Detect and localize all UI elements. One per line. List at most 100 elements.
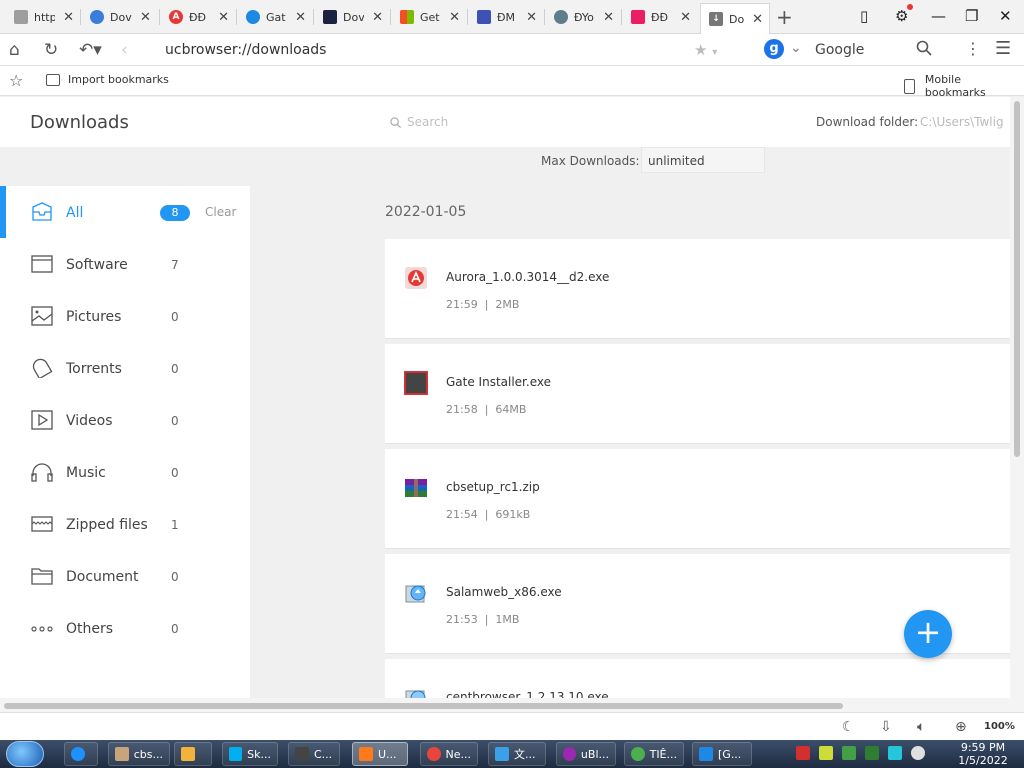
search-engine-icon[interactable]: g <box>764 39 784 59</box>
network-icon[interactable] <box>888 746 902 760</box>
taskbar-item[interactable]: [G... <box>692 742 752 766</box>
reload-icon[interactable]: ↻ <box>44 40 58 60</box>
category-zipped-files[interactable]: Zipped files 1 <box>0 498 250 550</box>
close-icon[interactable]: ✕ <box>140 10 151 25</box>
minimize-button[interactable]: — <box>931 7 946 25</box>
scrollbar-thumb[interactable] <box>1014 101 1020 457</box>
file-name[interactable]: centbrowser_1.2.13.10.exe <box>446 690 609 698</box>
browser-tab[interactable]: Get ✕ <box>392 3 466 31</box>
close-icon[interactable]: ✕ <box>752 12 763 27</box>
flag-icon[interactable] <box>865 746 879 760</box>
category-document[interactable]: Document 0 <box>0 550 250 602</box>
close-icon[interactable]: ✕ <box>295 10 306 25</box>
tab-list-icon[interactable]: ▯ <box>860 7 868 25</box>
zoom-level[interactable]: 100% <box>984 721 1015 732</box>
volume-icon[interactable]: 🔈︎ <box>917 719 925 735</box>
taskbar-item[interactable]: Sk... <box>222 742 278 766</box>
category-pictures[interactable]: Pictures 0 <box>0 290 250 342</box>
url-field[interactable]: ucbrowser://downloads <box>165 42 326 58</box>
download-icon[interactable]: ⇩ <box>880 719 892 735</box>
category-music[interactable]: Music 0 <box>0 446 250 498</box>
category-others[interactable]: Others 0 <box>0 602 250 654</box>
extension-icon[interactable]: ⚙ <box>895 4 913 25</box>
tray-icon[interactable] <box>842 746 856 760</box>
clear-button[interactable]: Clear <box>205 205 236 219</box>
taskbar-item[interactable] <box>174 742 212 766</box>
headphones-icon <box>31 463 53 482</box>
search-icon[interactable] <box>916 40 932 60</box>
back-icon[interactable]: ‹ <box>121 40 128 60</box>
tray-icon[interactable] <box>819 746 833 760</box>
taskbar-item[interactable]: C... <box>288 742 340 766</box>
category-label: Document <box>66 569 139 585</box>
category-software[interactable]: Software 7 <box>0 238 250 290</box>
close-icon[interactable]: ✕ <box>218 10 229 25</box>
maximize-button[interactable]: ❐ <box>965 7 978 25</box>
close-window-button[interactable]: ✕ <box>999 7 1012 25</box>
download-item[interactable]: cbsetup_rc1.zip 21:54 | 691kB <box>385 449 1010 549</box>
search-engine-field[interactable]: Google <box>815 42 864 58</box>
close-icon[interactable]: ✕ <box>372 10 383 25</box>
download-folder-field[interactable]: C:\Users\Twlig <box>920 115 1004 129</box>
tray-icon[interactable] <box>796 746 810 760</box>
file-meta: 21:59 | 2MB <box>446 298 520 311</box>
file-name[interactable]: Aurora_1.0.0.3014__d2.exe <box>446 270 609 284</box>
category-videos[interactable]: Videos 0 <box>0 394 250 446</box>
browser-tab[interactable]: ĐM ✕ <box>469 3 543 31</box>
download-item[interactable]: Aurora_1.0.0.3014__d2.exe 21:59 | 2MB <box>385 239 1010 339</box>
chevron-down-icon[interactable]: ⌄ <box>790 40 802 56</box>
category-label: All <box>66 205 84 221</box>
browser-tab[interactable]: Gat ✕ <box>238 3 312 31</box>
new-tab-button[interactable]: + <box>776 5 793 29</box>
taskbar-item[interactable]: cbs... <box>108 742 170 766</box>
horizontal-scrollbar[interactable] <box>0 698 1024 712</box>
close-icon[interactable]: ✕ <box>63 10 74 25</box>
taskbar-item[interactable]: Ne... <box>420 742 478 766</box>
download-item[interactable]: centbrowser_1.2.13.10.exe <box>385 659 1010 698</box>
start-button[interactable] <box>6 741 44 767</box>
browser-tab[interactable]: http ✕ <box>6 3 80 31</box>
bookmark-star-icon[interactable]: ★ ▾ <box>694 41 717 59</box>
night-mode-icon[interactable]: ☾ <box>842 719 855 735</box>
volume-icon[interactable] <box>911 746 925 760</box>
close-icon[interactable]: ✕ <box>449 10 460 25</box>
taskbar-item[interactable]: 文... <box>488 742 546 766</box>
browser-tab-active[interactable]: ↓ Dov ✕ <box>700 3 770 34</box>
add-download-button[interactable]: + <box>904 610 952 658</box>
back-history-icon[interactable]: ↶▾ <box>79 40 102 60</box>
file-name[interactable]: Gate Installer.exe <box>446 375 551 389</box>
browser-tab[interactable]: ĐĐ ✕ <box>623 3 697 31</box>
bookmarks-bar: ☆ Import bookmarks Mobile bookmarks <box>0 66 1024 99</box>
vertical-scrollbar[interactable] <box>1010 97 1024 698</box>
file-name[interactable]: cbsetup_rc1.zip <box>446 480 540 494</box>
home-icon[interactable]: ⌂ <box>9 40 20 60</box>
close-icon[interactable]: ✕ <box>526 10 537 25</box>
browser-tab[interactable]: Dov ✕ <box>315 3 389 31</box>
zoom-icon[interactable]: ⊕ <box>955 719 967 735</box>
ie-icon[interactable] <box>64 742 98 766</box>
phone-icon <box>904 78 915 94</box>
file-name[interactable]: Salamweb_x86.exe <box>446 585 562 599</box>
max-downloads-field[interactable]: unlimited <box>641 147 765 173</box>
browser-tab[interactable]: A ĐĐ ✕ <box>161 3 235 31</box>
hamburger-menu-icon[interactable]: ☰ <box>995 38 1011 59</box>
download-item[interactable]: Gate Installer.exe 21:58 | 64MB <box>385 344 1010 444</box>
browser-tab[interactable]: ĐYo ✕ <box>546 3 620 31</box>
taskbar-item[interactable]: uBl... <box>556 742 616 766</box>
close-icon[interactable]: ✕ <box>680 10 691 25</box>
category-torrents[interactable]: Torrents 0 <box>0 342 250 394</box>
taskbar-item[interactable]: TIÊ... <box>624 742 684 766</box>
import-bookmarks-button[interactable]: Import bookmarks <box>46 73 169 86</box>
more-menu-icon[interactable]: ⋮ <box>965 39 981 58</box>
category-count: 1 <box>171 518 179 532</box>
downloads-search[interactable]: Search <box>390 115 448 129</box>
taskbar-item-active[interactable]: U... <box>352 742 408 766</box>
mobile-bookmarks-button[interactable]: Mobile bookmarks <box>904 73 1024 99</box>
star-icon[interactable]: ☆ <box>9 71 23 90</box>
close-icon[interactable]: ✕ <box>603 10 614 25</box>
clock[interactable]: 9:59 PM 1/5/2022 <box>948 741 1018 767</box>
scrollbar-thumb[interactable] <box>4 703 843 709</box>
category-all[interactable]: All 8 Clear <box>0 186 250 238</box>
browser-tab[interactable]: Dov ✕ <box>82 3 158 31</box>
folder-icon <box>31 568 53 585</box>
